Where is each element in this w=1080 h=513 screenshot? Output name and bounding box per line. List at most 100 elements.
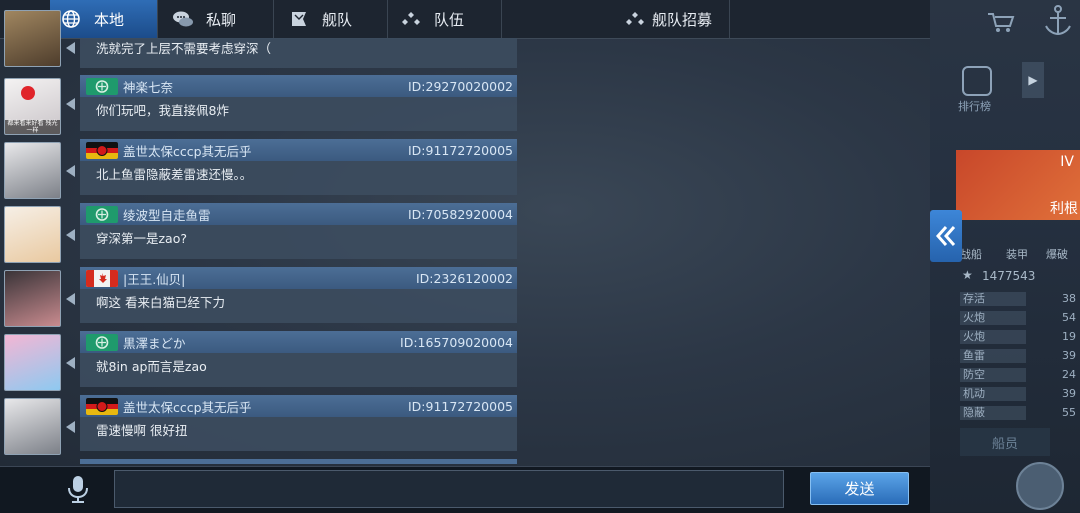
message-pointer xyxy=(66,98,75,110)
sender-name[interactable]: 盖世太保cccp其无后乎 xyxy=(123,141,408,160)
send-button[interactable]: 发送 xyxy=(810,472,909,505)
message-header: 盖世太保cccp其无后乎 ID:91172720005 xyxy=(80,395,517,417)
tab-label: 队伍 xyxy=(434,10,465,29)
canada-flag-icon xyxy=(86,269,118,287)
green-flag-icon xyxy=(86,77,118,95)
next-arrow-button[interactable]: ▶ xyxy=(1022,62,1044,98)
stat-value: 38 xyxy=(1062,292,1076,305)
stat-value: 39 xyxy=(1062,387,1076,400)
message-pointer xyxy=(66,229,75,241)
avatar-bunny-girl[interactable] xyxy=(4,206,61,263)
message-text: 啊这 看来白猫已经下力 xyxy=(80,289,517,323)
collapse-chat-button[interactable] xyxy=(930,210,962,262)
chat-message-input[interactable] xyxy=(114,470,784,508)
fleet-flag-icon xyxy=(288,8,310,30)
stat-label: 隐蔽 xyxy=(960,406,1026,420)
tab-label: 私聊 xyxy=(206,10,237,29)
tab-local[interactable]: 本地 xyxy=(50,0,158,38)
stat-label: 机动 xyxy=(960,387,1026,401)
avatar-pink-hair-girl[interactable] xyxy=(4,334,61,391)
shop-cart-icon[interactable] xyxy=(986,10,1016,34)
stat-value: 54 xyxy=(1062,311,1076,324)
stat-value: 55 xyxy=(1062,406,1076,419)
double-chevron-left-icon xyxy=(935,226,956,246)
germany-flag-icon xyxy=(86,141,118,159)
avatar-armored-girl-2[interactable] xyxy=(4,398,61,455)
sender-id: ID:2326120002 xyxy=(415,270,513,286)
message-pointer xyxy=(66,357,75,369)
anchor-icon[interactable] xyxy=(1040,2,1076,38)
chat-message: 神楽七奈 ID:29270020002 你们玩吧，我直接佩8炸 xyxy=(80,75,517,131)
stat-value: 24 xyxy=(1062,368,1076,381)
stat-label: 鱼雷 xyxy=(960,349,1026,363)
side-button-warship[interactable]: 战船 xyxy=(960,246,982,262)
stat-value: 19 xyxy=(1062,330,1076,343)
message-pointer xyxy=(66,165,75,177)
message-text: 洗就完了上层不需要考虑穿深（ xyxy=(80,38,517,68)
sender-name[interactable]: 神楽七奈 xyxy=(123,77,408,96)
message-text: 穿深第一是zao? xyxy=(80,225,517,259)
message-header: 绫波型自走鱼雷 ID:70582920004 xyxy=(80,203,517,225)
stat-label: 火炮 xyxy=(960,311,1026,325)
stat-label: 火炮 xyxy=(960,330,1026,344)
tab-label: 本地 xyxy=(94,10,125,29)
side-button-armor[interactable]: 装甲 xyxy=(1006,246,1028,262)
next-message-edge xyxy=(80,459,517,464)
message-header: 黒澤まどか ID:165709020004 xyxy=(80,331,517,353)
stat-row: 火炮 54 xyxy=(960,311,1080,326)
stat-row: 隐蔽 55 xyxy=(960,406,1080,421)
avatar-armored-girl[interactable] xyxy=(4,142,61,199)
sender-id: ID:165709020004 xyxy=(400,334,513,350)
message-pointer xyxy=(66,42,75,54)
tab-team[interactable]: 队伍 xyxy=(388,0,502,38)
green-flag-icon xyxy=(86,333,118,351)
tab-fleet[interactable]: 舰队 xyxy=(274,0,388,38)
stat-row: 防空 24 xyxy=(960,368,1080,383)
sender-name[interactable]: 绫波型自走鱼雷 xyxy=(123,205,408,224)
avatar-caption: 都来看来好看 残光一样 xyxy=(5,120,60,134)
stat-value: 39 xyxy=(1062,349,1076,362)
chat-message: |王王.仙贝| ID:2326120002 啊这 看来白猫已经下力 xyxy=(80,267,517,323)
avatar-mech[interactable] xyxy=(4,10,61,67)
leaderboard-icon[interactable] xyxy=(962,66,992,96)
leaderboard-label: 排行榜 xyxy=(958,100,991,113)
chat-message: 绫波型自走鱼雷 ID:70582920004 穿深第一是zao? xyxy=(80,203,517,259)
tab-label: 舰队 xyxy=(322,10,353,29)
message-header: 盖世太保cccp其无后乎 ID:91172720005 xyxy=(80,139,517,161)
side-button-explode[interactable]: 爆破 xyxy=(1046,246,1068,262)
sender-name[interactable]: 盖世太保cccp其无后乎 xyxy=(123,397,408,416)
team-dots-icon xyxy=(400,8,422,30)
chat-message: 黒澤まどか ID:165709020004 就8in ap而言是zao xyxy=(80,331,517,387)
message-pointer xyxy=(66,421,75,433)
sender-id: ID:91172720005 xyxy=(407,142,513,158)
stat-row: 鱼雷 39 xyxy=(960,349,1080,364)
tab-private[interactable]: 私聊 xyxy=(158,0,274,38)
sender-name[interactable]: |王王.仙贝| xyxy=(123,269,416,288)
stat-row: 火炮 19 xyxy=(960,330,1080,345)
avatar-dark-hair-girl[interactable] xyxy=(4,270,61,327)
globe-icon xyxy=(60,8,82,30)
avatar-column: 都来看来好看 残光一样 xyxy=(0,10,75,462)
message-pointer xyxy=(66,293,75,305)
notification-dot xyxy=(21,86,35,100)
microphone-icon xyxy=(68,476,88,503)
commander-avatar[interactable] xyxy=(1016,462,1064,510)
voice-input-button[interactable] xyxy=(58,472,98,506)
ship-name: 利根 xyxy=(1050,201,1078,217)
tab-fleet-recruit[interactable]: 舰队招募 xyxy=(502,0,730,38)
rating-value: 1477543 xyxy=(982,269,1036,283)
sender-name[interactable]: 黒澤まどか xyxy=(123,333,400,352)
sender-id: ID:70582920004 xyxy=(407,206,513,222)
tab-label: 舰队招募 xyxy=(652,10,713,29)
message-text: 北上鱼雷隐蔽差雷速还慢。。 xyxy=(80,161,517,195)
message-text: 你们玩吧，我直接佩8炸 xyxy=(80,97,517,131)
sender-id: ID:91172720005 xyxy=(407,398,513,414)
avatar-white-hair-girl[interactable]: 都来看来好看 残光一样 xyxy=(4,78,61,135)
star-icon: ★ xyxy=(962,268,973,282)
stat-row: 存活 38 xyxy=(960,292,1080,307)
recruit-dots-icon xyxy=(624,8,646,30)
crew-button[interactable]: 船员 xyxy=(960,428,1050,456)
message-text: 就8in ap而言是zao xyxy=(80,353,517,387)
ship-card[interactable]: IV 利根 xyxy=(956,150,1080,220)
stat-row: 机动 39 xyxy=(960,387,1080,402)
